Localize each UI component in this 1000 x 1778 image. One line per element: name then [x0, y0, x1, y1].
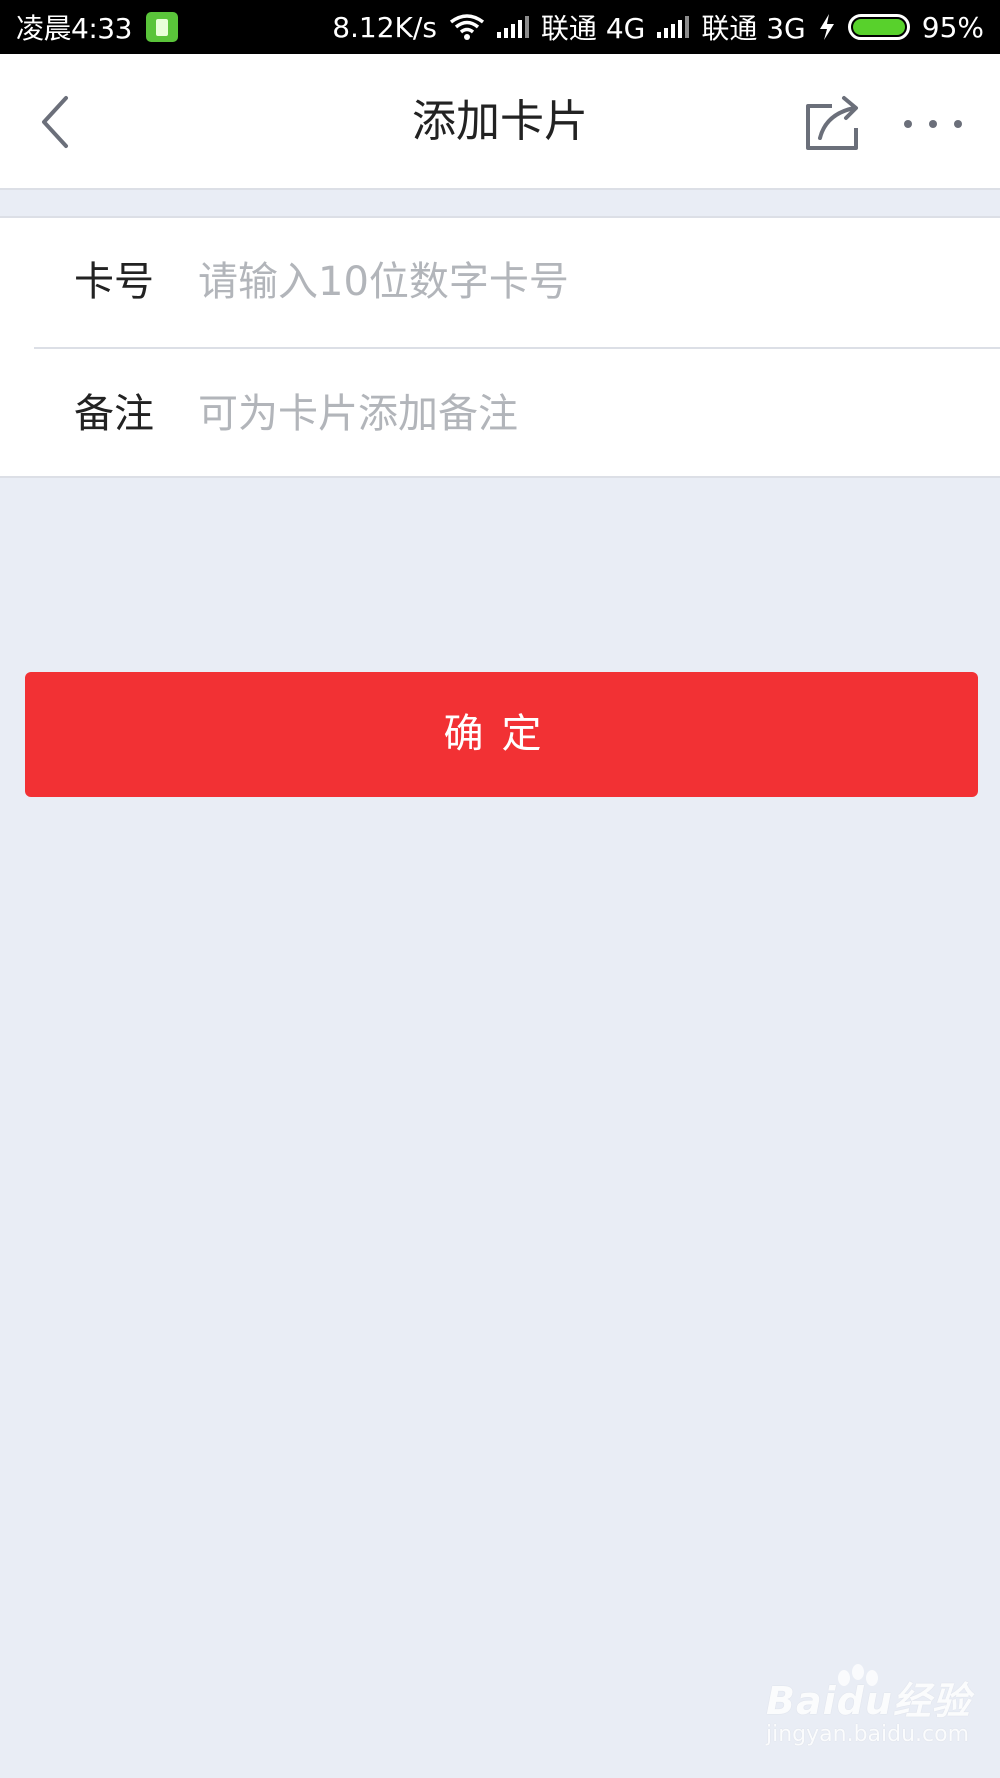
- battery-percent: 95%: [921, 10, 984, 44]
- add-card-form: 卡号 备注: [0, 216, 1000, 478]
- signal-icon-2: [657, 16, 690, 38]
- charging-icon: [818, 13, 836, 41]
- card-number-row: 卡号: [0, 218, 1000, 346]
- card-number-input[interactable]: [198, 242, 958, 322]
- card-number-label: 卡号: [74, 259, 154, 305]
- back-icon[interactable]: [30, 92, 90, 152]
- row-divider: [34, 347, 1000, 349]
- note-row: 备注: [0, 350, 1000, 478]
- battery-saver-icon: [145, 12, 178, 42]
- note-input[interactable]: [198, 374, 958, 454]
- status-time: 凌晨4:33: [16, 12, 132, 45]
- more-icon[interactable]: [898, 94, 968, 154]
- note-label: 备注: [74, 391, 154, 437]
- carrier-2: 联通 3G: [701, 12, 806, 45]
- confirm-button[interactable]: 确定: [25, 672, 978, 797]
- share-icon[interactable]: [800, 94, 864, 154]
- wifi-icon: [449, 13, 485, 41]
- watermark-url: jingyan.baidu.com: [766, 1722, 970, 1747]
- network-speed: 8.12K/s: [332, 10, 437, 44]
- signal-icon-1: [496, 16, 529, 38]
- status-bar: 凌晨4:33 8.12K/s 联通 4G 联通 3G 95%: [0, 0, 1000, 54]
- nav-bar: 添加卡片: [0, 54, 1000, 190]
- battery-icon: [847, 14, 910, 40]
- watermark-title: Baidu经验: [766, 1679, 971, 1723]
- carrier-1: 联通 4G: [540, 12, 646, 45]
- baidu-jingyan-watermark: Baidu经验 jingyan.baidu.com: [766, 1664, 981, 1760]
